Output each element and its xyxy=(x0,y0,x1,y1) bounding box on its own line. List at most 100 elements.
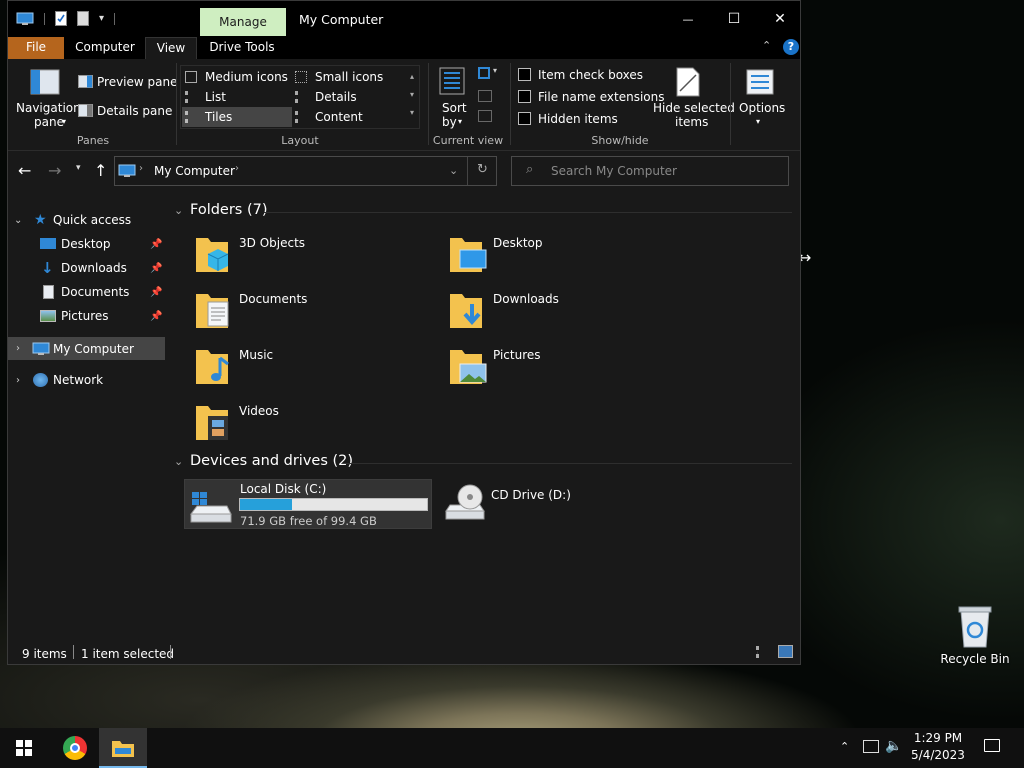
sort-by-icon xyxy=(439,67,465,95)
details-view-icon[interactable] xyxy=(756,646,770,658)
show-hidden-icons-icon[interactable]: ⌃ xyxy=(840,740,849,753)
tab-computer[interactable]: Computer xyxy=(68,37,142,59)
add-columns-button[interactable] xyxy=(476,87,502,105)
up-button[interactable]: ↑ xyxy=(94,161,107,180)
layout-group-label: Layout xyxy=(281,134,319,147)
hide-selected-items-button[interactable]: Hide selected items xyxy=(652,65,735,129)
expand-chevron-icon[interactable]: › xyxy=(16,343,20,354)
large-icons-view-icon[interactable] xyxy=(778,645,793,658)
content-area: ⌄ Folders (7) 3D Objects Desktop Documen… xyxy=(168,196,800,641)
drive-cd-d[interactable]: CD Drive (D:) xyxy=(438,479,686,529)
back-button[interactable]: ← xyxy=(18,161,36,181)
volume-icon[interactable]: 🔈 xyxy=(885,738,902,754)
breadcrumb-chevron-icon: › xyxy=(235,163,239,174)
folders-group-header[interactable]: Folders (7) xyxy=(190,202,268,218)
tab-file[interactable]: File xyxy=(8,37,64,59)
collapse-chevron-icon[interactable]: ⌄ xyxy=(174,204,183,217)
folder-3d-objects[interactable]: 3D Objects xyxy=(192,230,432,284)
new-folder-icon[interactable] xyxy=(77,11,89,26)
folder-downloads[interactable]: Downloads xyxy=(446,286,686,340)
network-label: Network xyxy=(53,373,104,387)
search-box[interactable]: ⌕ Search My Computer xyxy=(511,156,789,186)
hidden-items-checkbox[interactable] xyxy=(518,112,531,125)
item-check-boxes-checkbox[interactable] xyxy=(518,68,531,81)
folder-pictures[interactable]: Pictures xyxy=(446,342,686,396)
drive-c-usage-fill xyxy=(240,499,292,510)
folder-videos[interactable]: Videos xyxy=(192,398,432,452)
current-view-group-label: Current view xyxy=(432,134,504,147)
tab-view[interactable]: View xyxy=(145,37,197,59)
layout-scroll[interactable]: ▴ ▾ ▾ xyxy=(405,68,419,128)
navigation-pane-button[interactable]: Navigation pane ▾ xyxy=(14,65,81,129)
hidden-items-toggle[interactable]: Hidden items xyxy=(518,110,648,128)
layout-small-icons[interactable]: Small icons xyxy=(293,68,401,86)
nav-quick-documents[interactable]: Documents 📌 xyxy=(8,281,165,303)
drive-d-label: CD Drive (D:) xyxy=(491,488,571,502)
folder-label: Desktop xyxy=(493,236,543,250)
pin-icon: 📌 xyxy=(150,310,163,322)
layout-medium-icons[interactable]: Medium icons xyxy=(183,68,291,86)
minimize-button[interactable]: — xyxy=(665,1,711,37)
file-name-extensions-checkbox[interactable] xyxy=(518,90,531,103)
folder-music-icon xyxy=(196,350,229,384)
forward-button[interactable]: → xyxy=(48,161,66,181)
properties-icon[interactable] xyxy=(55,11,67,26)
collapse-chevron-icon[interactable]: ⌄ xyxy=(174,455,183,468)
maximize-button[interactable]: ☐ xyxy=(711,1,757,37)
folder-desktop[interactable]: Desktop xyxy=(446,230,686,284)
content-icon xyxy=(295,111,307,123)
layout-details[interactable]: Details xyxy=(293,88,401,106)
nav-quick-downloads[interactable]: ↓ Downloads 📌 xyxy=(8,257,165,279)
tiles-icon xyxy=(185,111,197,123)
layout-content[interactable]: Content xyxy=(293,108,401,126)
drive-local-disk-c[interactable]: Local Disk (C:) 71.9 GB free of 99.4 GB xyxy=(184,479,432,529)
address-bar[interactable]: › My Computer › ⌄ ↻ xyxy=(114,156,497,186)
breadcrumb-my-computer[interactable]: My Computer xyxy=(154,164,235,178)
action-center-button[interactable] xyxy=(976,728,1016,768)
help-icon[interactable]: ? xyxy=(783,39,799,55)
file-name-extensions-toggle[interactable]: File name extensions xyxy=(518,88,665,106)
taskbar-file-explorer[interactable] xyxy=(99,728,147,768)
group-by-button[interactable]: ▾ xyxy=(476,65,502,83)
close-button[interactable]: ✕ xyxy=(757,1,800,37)
item-check-boxes-toggle[interactable]: Item check boxes xyxy=(518,66,648,84)
preview-pane-button[interactable]: Preview pane xyxy=(78,73,177,91)
desktop-label: Desktop xyxy=(61,237,111,251)
details-pane-button[interactable]: Details pane xyxy=(78,102,172,120)
address-dropdown-icon[interactable]: ⌄ xyxy=(449,164,458,177)
expand-chevron-icon[interactable]: › xyxy=(16,375,20,386)
layout-list[interactable]: List xyxy=(183,88,291,106)
nav-quick-access[interactable]: ⌄ ★ Quick access xyxy=(8,209,165,231)
documents-label: Documents xyxy=(61,285,130,299)
network-status-icon[interactable] xyxy=(863,740,879,753)
drives-group-header[interactable]: Devices and drives (2) xyxy=(190,453,353,469)
folder-music[interactable]: Music xyxy=(192,342,432,396)
taskbar-chrome[interactable] xyxy=(50,728,98,768)
navigation-pane-label: Navigation xyxy=(16,101,81,115)
panes-group-label: Panes xyxy=(76,134,110,147)
nav-my-computer[interactable]: › My Computer xyxy=(8,337,165,360)
ribbon-tabs: File Computer View Drive Tools ⌃ ? xyxy=(8,37,800,59)
size-columns-button[interactable] xyxy=(476,107,502,125)
refresh-icon[interactable]: ↻ xyxy=(477,162,488,177)
title-bar[interactable]: ▾ Manage My Computer — ☐ ✕ xyxy=(8,1,800,37)
hide-selected-label-2: items xyxy=(675,115,709,129)
start-button[interactable] xyxy=(0,728,48,768)
customize-qat-icon[interactable]: ▾ xyxy=(99,13,104,24)
clock[interactable]: 1:29 PM 5/4/2023 xyxy=(906,731,970,762)
collapse-ribbon-icon[interactable]: ⌃ xyxy=(762,39,771,52)
nav-quick-desktop[interactable]: Desktop 📌 xyxy=(8,233,165,255)
sort-label-2: by xyxy=(442,115,457,129)
nav-network[interactable]: › Network xyxy=(8,369,165,391)
manage-context-tab[interactable]: Manage xyxy=(200,8,286,36)
options-button[interactable]: Options ▾ xyxy=(736,65,786,129)
expand-chevron-icon[interactable]: ⌄ xyxy=(14,215,22,226)
nav-quick-pictures[interactable]: Pictures 📌 xyxy=(8,305,165,327)
folder-documents[interactable]: Documents xyxy=(192,286,432,340)
layout-tiles[interactable]: Tiles xyxy=(182,107,292,127)
folder-label: Videos xyxy=(239,404,279,418)
tab-drive-tools[interactable]: Drive Tools xyxy=(204,37,280,59)
sort-by-button[interactable]: Sort by ▾ xyxy=(436,65,470,129)
recycle-bin-desktop-icon[interactable]: Recycle Bin xyxy=(936,600,1014,672)
recent-locations-button[interactable]: ▾ xyxy=(76,163,81,173)
